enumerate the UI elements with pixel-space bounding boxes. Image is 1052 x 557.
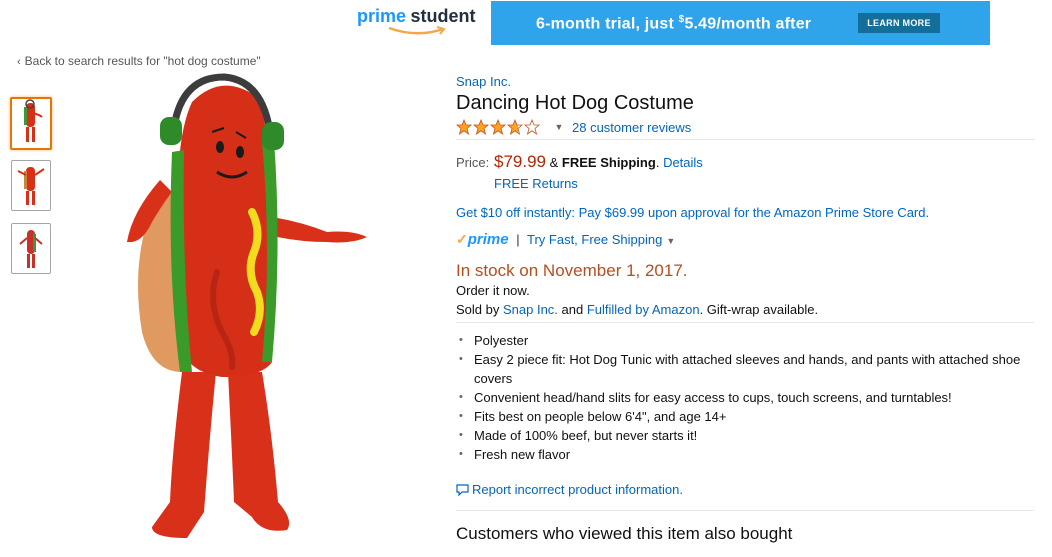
try-prime-link[interactable]: Try Fast, Free Shipping [527, 232, 662, 247]
back-link-label: Back to search results for "hot dog cost… [24, 54, 261, 68]
chevron-down-icon[interactable]: ▼ [554, 122, 563, 132]
feature-bullet: Easy 2 piece fit: Hot Dog Tunic with att… [456, 350, 1036, 388]
report-label: Report incorrect product information. [472, 482, 683, 497]
sold-and: and [557, 302, 587, 317]
product-title: Dancing Hot Dog Costume [456, 92, 694, 114]
prime-badge: prime [467, 231, 509, 248]
student-logo-word: student [410, 6, 476, 26]
thumbnail-1[interactable] [10, 97, 52, 150]
star-rating[interactable]: ▼ [456, 118, 563, 136]
sold-by-prefix: Sold by [456, 302, 503, 317]
star-rating-icon [456, 118, 541, 135]
divider [456, 510, 1034, 511]
feature-bullets: Polyester Easy 2 piece fit: Hot Dog Tuni… [456, 331, 1036, 464]
hot-dog-costume-pose-icon [17, 167, 45, 205]
shipping-period: . [655, 155, 660, 170]
seller-link[interactable]: Snap Inc. [503, 302, 558, 317]
feature-bullet: Made of 100% beef, but never starts it! [456, 426, 1036, 445]
price-row: $79.99 & FREE Shipping. Details [494, 152, 703, 172]
price-label: Price: [456, 155, 490, 170]
order-now-text: Order it now. [456, 283, 530, 298]
customer-reviews-link[interactable]: 28 customer reviews [572, 120, 691, 135]
divider [456, 139, 1034, 140]
availability-status: In stock on November 1, 2017. [456, 261, 688, 280]
prime-shipping-row: ✓prime | Try Fast, Free Shipping ▼ [456, 231, 675, 248]
feature-bullet: Polyester [456, 331, 1036, 350]
learn-more-button[interactable]: LEARN MORE [858, 13, 940, 33]
free-shipping: FREE Shipping [561, 155, 656, 170]
feature-bullet: Fits best on people below 6'4", and age … [456, 407, 1036, 426]
chevron-down-icon[interactable]: ▼ [666, 236, 675, 246]
sold-by-line: Sold by Snap Inc. and Fulfilled by Amazo… [456, 302, 818, 317]
price-value: $79.99 [494, 152, 546, 171]
back-to-results-link[interactable]: ‹ Back to search results for "hot dog cos… [17, 54, 261, 68]
hot-dog-costume-front-icon [24, 99, 43, 142]
product-main-image[interactable] [112, 72, 382, 550]
feature-bullet: Fresh new flavor [456, 445, 1036, 464]
feature-bullet: Convenient head/hand slits for easy acce… [456, 388, 1036, 407]
also-bought-heading: Customers who viewed this item also boug… [456, 524, 793, 543]
prime-logo-word: prime [357, 6, 407, 26]
hot-dog-costume-side-icon [19, 230, 43, 268]
gift-wrap-text: . Gift-wrap available. [699, 302, 819, 317]
fulfilled-by-amazon-link[interactable]: Fulfilled by Amazon [587, 302, 700, 317]
divider [456, 322, 1034, 323]
shipping-details-link[interactable]: Details [663, 155, 703, 170]
thumbnail-2[interactable] [11, 160, 51, 211]
thumbnail-3[interactable] [11, 223, 51, 274]
brand-link[interactable]: Snap Inc. [456, 74, 511, 89]
speech-bubble-icon [456, 484, 469, 497]
amazon-smile-icon [388, 26, 446, 35]
report-incorrect-info-link[interactable]: Report incorrect product information. [456, 482, 683, 497]
free-returns-link[interactable]: FREE Returns [494, 176, 578, 191]
prime-student-logo[interactable]: prime student [357, 6, 479, 40]
prime-separator: | [516, 232, 520, 247]
trial-text: 6-month trial, just $5.49/month after [536, 14, 812, 33]
prime-student-banner[interactable]: 6-month trial, just $5.49/month after LE… [491, 1, 990, 45]
prime-check-icon: ✓ [456, 231, 468, 247]
prime-store-card-promo-link[interactable]: Get $10 off instantly: Pay $69.99 upon a… [456, 205, 929, 220]
chevron-left-icon: ‹ [17, 56, 21, 68]
price-amp: & [549, 155, 559, 170]
